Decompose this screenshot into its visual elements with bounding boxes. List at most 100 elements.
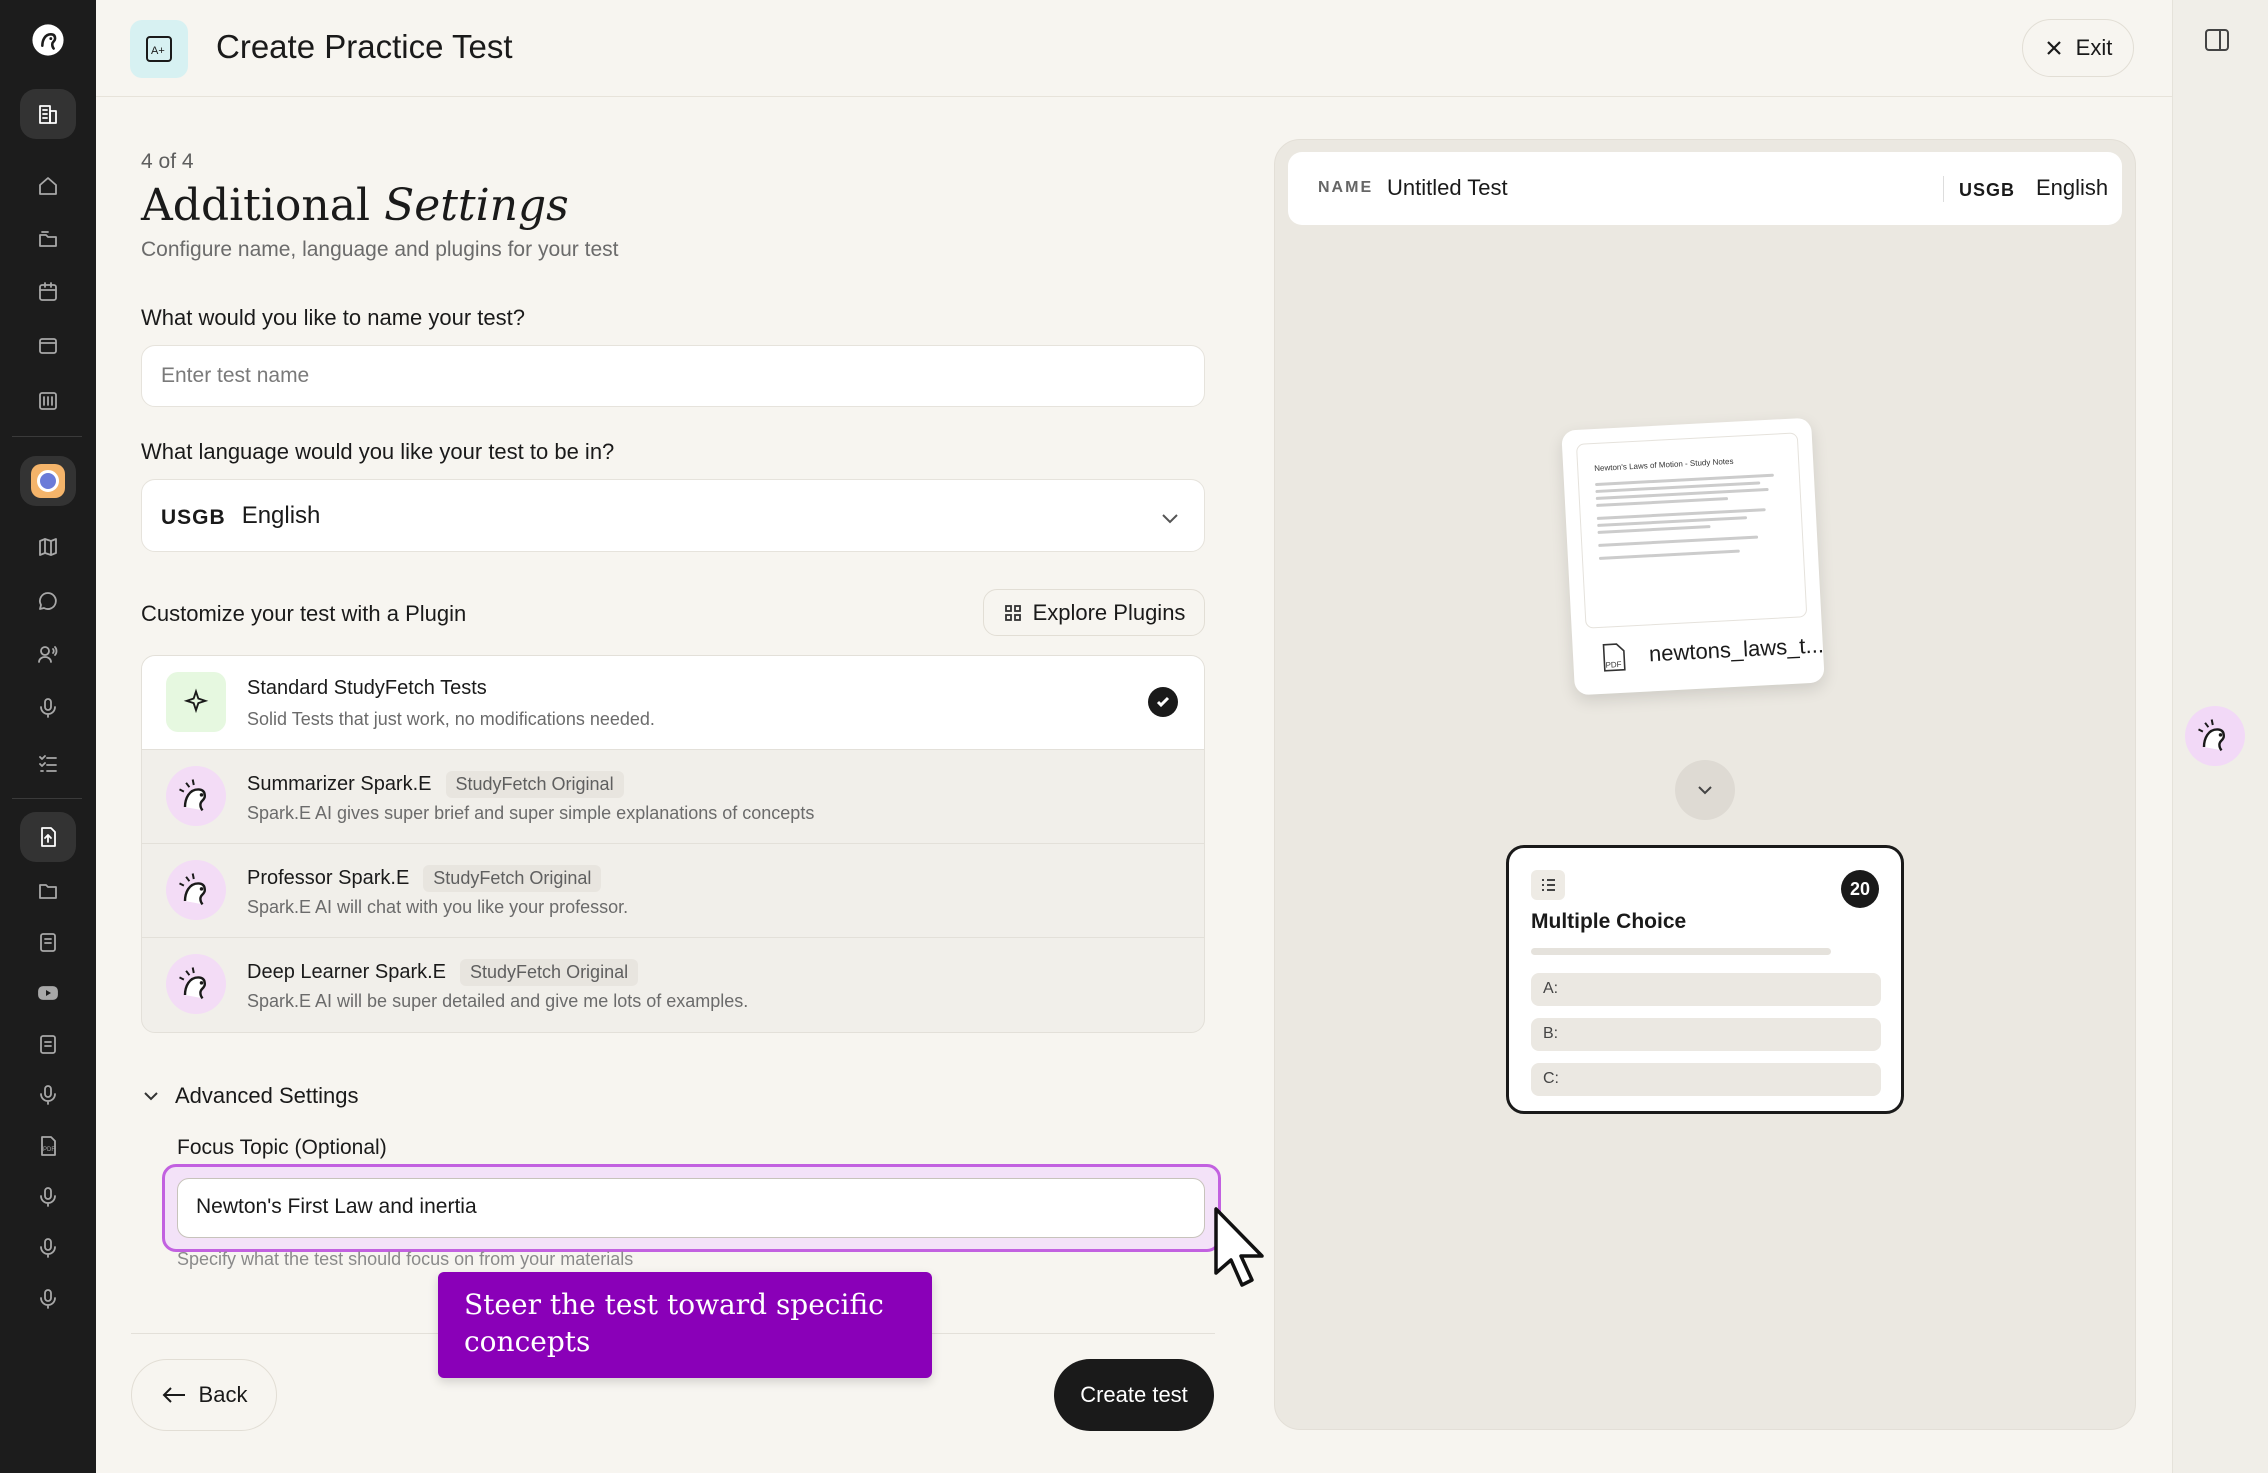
question-count-badge: 20 bbox=[1841, 870, 1879, 908]
answer-option: C: bbox=[1531, 1063, 1881, 1096]
pdf-file-icon: PDF bbox=[1602, 643, 1626, 672]
grid-icon bbox=[1004, 604, 1021, 621]
close-icon bbox=[2046, 41, 2061, 55]
language-value: English bbox=[241, 501, 321, 529]
explore-plugins-button[interactable]: Explore Plugins bbox=[983, 589, 1205, 636]
voice-chat-icon[interactable] bbox=[28, 634, 68, 674]
answer-option: A: bbox=[1531, 973, 1881, 1006]
preview-language-code: USGB bbox=[1959, 180, 2016, 200]
chevron-down-icon bbox=[1698, 786, 1712, 795]
upload-doc-icon[interactable] bbox=[20, 812, 76, 862]
checklist-icon[interactable] bbox=[28, 743, 68, 783]
spark-e-mascot-icon bbox=[166, 954, 226, 1014]
youtube-icon[interactable] bbox=[28, 973, 68, 1013]
plugin-name: Professor Spark.E StudyFetch Original bbox=[247, 865, 602, 892]
plugin-option-standard[interactable]: Standard StudyFetch Tests Solid Tests th… bbox=[142, 656, 1204, 750]
spark-e-mascot-icon bbox=[166, 766, 226, 826]
page-heading: Additional Settings bbox=[141, 180, 569, 231]
question-type-card: 20 Multiple Choice A: B: C: bbox=[1506, 845, 1904, 1114]
document-thumbnail: Newton's Laws of Motion - Study Notes bbox=[1575, 432, 1808, 629]
library-icon[interactable] bbox=[28, 381, 68, 421]
pdf-icon[interactable]: PDF bbox=[28, 1126, 68, 1166]
plugin-desc: Spark.E AI will chat with you like your … bbox=[247, 897, 629, 917]
language-select[interactable]: USGB English bbox=[141, 479, 1205, 552]
notes-icon[interactable] bbox=[28, 922, 68, 962]
list-icon bbox=[1531, 870, 1565, 900]
window-icon[interactable] bbox=[28, 326, 68, 366]
language-question: What language would you like your test t… bbox=[141, 439, 615, 464]
sparkle-icon bbox=[166, 672, 226, 732]
plugin-option-deep-learner[interactable]: Deep Learner Spark.E StudyFetch Original … bbox=[142, 938, 1204, 1032]
plugin-option-professor[interactable]: Professor Spark.E StudyFetch Original Spa… bbox=[142, 844, 1204, 938]
folder-icon[interactable] bbox=[28, 871, 68, 911]
preview-name-label: NAME bbox=[1318, 179, 1374, 196]
plugin-list: Standard StudyFetch Tests Solid Tests th… bbox=[141, 655, 1205, 1033]
microphone-icon[interactable] bbox=[28, 1279, 68, 1319]
workspace-icon[interactable] bbox=[20, 456, 76, 506]
back-label: Back bbox=[198, 1382, 248, 1407]
svg-text:PDF: PDF bbox=[1605, 660, 1622, 670]
chevron-down-icon bbox=[1158, 506, 1182, 530]
test-name-input[interactable]: Enter test name bbox=[141, 345, 1205, 407]
page-subtitle: Configure name, language and plugins for… bbox=[141, 238, 619, 261]
check-icon bbox=[1148, 687, 1178, 717]
plugin-tag: StudyFetch Original bbox=[423, 865, 602, 892]
question-type-title: Multiple Choice bbox=[1531, 910, 1687, 933]
folder-stack-icon[interactable] bbox=[28, 219, 68, 259]
chat-icon[interactable] bbox=[28, 581, 68, 621]
microphone-icon[interactable] bbox=[28, 688, 68, 728]
left-nav-rail: PDF bbox=[0, 0, 96, 1473]
plugin-tag: StudyFetch Original bbox=[445, 771, 624, 798]
practice-test-icon: A+ bbox=[130, 20, 188, 78]
plugin-name: Standard StudyFetch Tests bbox=[247, 677, 487, 699]
focus-topic-hint: Specify what the test should focus on fr… bbox=[177, 1249, 634, 1269]
back-button[interactable]: Back bbox=[131, 1359, 277, 1431]
language-code: USGB bbox=[161, 505, 226, 529]
page-title: Create Practice Test bbox=[216, 28, 513, 65]
sidebar-toggle-icon[interactable] bbox=[2203, 26, 2233, 56]
spark-e-mascot-icon bbox=[166, 860, 226, 920]
right-side-panel bbox=[2172, 0, 2268, 1473]
plugin-name: Summarizer Spark.E StudyFetch Original bbox=[247, 771, 624, 798]
document-thumbnail-title: Newton's Laws of Motion - Study Notes bbox=[1594, 456, 1734, 474]
building-icon[interactable] bbox=[20, 89, 76, 139]
exit-button[interactable]: Exit bbox=[2022, 19, 2134, 77]
focus-topic-input[interactable]: Newton's First Law and inertia bbox=[177, 1178, 1205, 1238]
step-indicator: 4 of 4 bbox=[141, 150, 194, 173]
create-test-button[interactable]: Create test bbox=[1054, 1359, 1214, 1431]
source-document-card[interactable]: Newton's Laws of Motion - Study Notes PD… bbox=[1561, 417, 1825, 696]
plugin-heading: Customize your test with a Plugin bbox=[141, 601, 467, 626]
document-icon[interactable] bbox=[28, 1024, 68, 1064]
calendar-icon[interactable] bbox=[28, 272, 68, 312]
header: A+ Create Practice Test Exit bbox=[96, 0, 2172, 97]
rail-divider bbox=[12, 798, 82, 799]
arrow-left-icon bbox=[162, 1387, 185, 1403]
preview-language-value: English bbox=[2036, 175, 2109, 200]
rail-divider bbox=[12, 436, 82, 437]
explore-plugins-label: Explore Plugins bbox=[1032, 599, 1186, 625]
preview-separator bbox=[1943, 176, 1944, 202]
chevron-down-icon bbox=[144, 1092, 158, 1101]
advanced-settings-toggle[interactable]: Advanced Settings bbox=[141, 1083, 358, 1109]
mouse-cursor-icon bbox=[1214, 1207, 1264, 1287]
microphone-icon[interactable] bbox=[28, 1177, 68, 1217]
logo-icon[interactable] bbox=[28, 20, 68, 60]
preview-name-value: Untitled Test bbox=[1387, 175, 1508, 200]
plugin-name: Deep Learner Spark.E StudyFetch Original bbox=[247, 959, 639, 986]
spark-e-mascot-icon[interactable] bbox=[2185, 706, 2245, 766]
svg-text:A+: A+ bbox=[151, 45, 165, 57]
microphone-icon[interactable] bbox=[28, 1075, 68, 1115]
plugin-option-summarizer[interactable]: Summarizer Spark.E StudyFetch Original Sp… bbox=[142, 750, 1204, 844]
microphone-icon[interactable] bbox=[28, 1228, 68, 1268]
heading-plain: Additional bbox=[141, 180, 385, 231]
plugin-desc: Solid Tests that just work, no modificat… bbox=[247, 709, 655, 729]
plugin-desc: Spark.E AI gives super brief and super s… bbox=[247, 803, 815, 823]
focus-topic-label: Focus Topic (Optional) bbox=[177, 1136, 387, 1159]
placeholder-bar bbox=[1531, 948, 1831, 955]
flow-arrow bbox=[1675, 760, 1735, 820]
home-icon[interactable] bbox=[28, 166, 68, 206]
map-icon[interactable] bbox=[28, 527, 68, 567]
plugin-desc: Spark.E AI will be super detailed and gi… bbox=[247, 991, 749, 1011]
tutorial-callout: Steer the test toward specific concepts bbox=[438, 1272, 932, 1378]
file-name: newtons_laws_t... bbox=[1648, 632, 1825, 667]
